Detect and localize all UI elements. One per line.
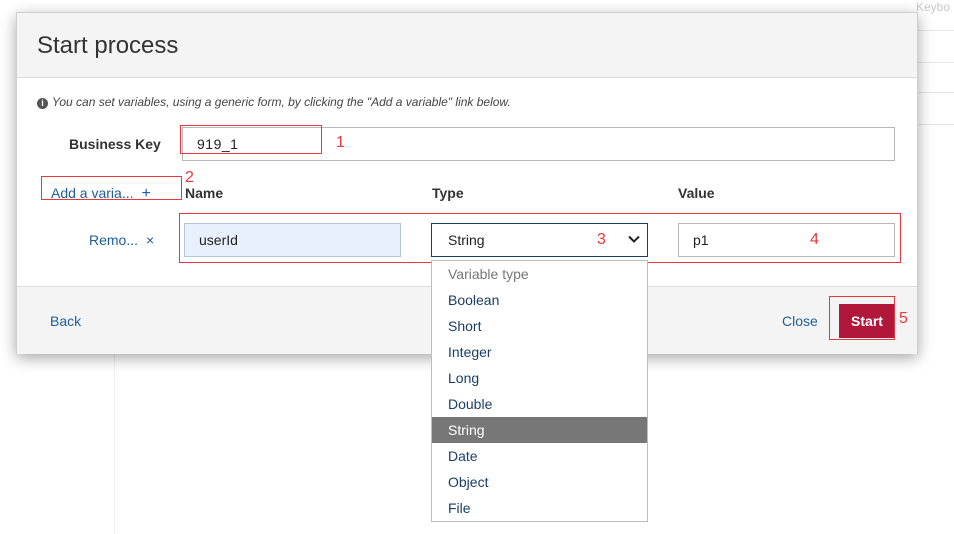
type-option-object[interactable]: Object xyxy=(432,469,647,495)
type-option-long[interactable]: Long xyxy=(432,365,647,391)
close-button[interactable]: Close xyxy=(782,313,818,329)
background-divider xyxy=(916,30,954,31)
annotation-box-1 xyxy=(180,125,322,154)
annotation-box-row xyxy=(179,213,901,263)
dialog-header: Start process xyxy=(17,13,917,78)
type-option-short[interactable]: Short xyxy=(432,313,647,339)
background-divider xyxy=(916,124,954,125)
background-divider xyxy=(916,92,954,93)
info-icon: i xyxy=(37,98,48,109)
annotation-number-5: 5 xyxy=(899,310,908,327)
type-option-boolean[interactable]: Boolean xyxy=(432,287,647,313)
remove-variable-link[interactable]: Remo... × xyxy=(89,232,154,248)
type-option-string[interactable]: String xyxy=(432,417,647,443)
column-header-type: Type xyxy=(432,185,464,201)
column-header-value: Value xyxy=(678,185,715,201)
background-divider xyxy=(916,62,954,63)
info-message: i You can set variables, using a generic … xyxy=(37,95,511,109)
annotation-number-3: 3 xyxy=(597,231,606,248)
back-button[interactable]: Back xyxy=(50,313,81,329)
column-header-name: Name xyxy=(185,185,224,201)
business-key-label: Business Key xyxy=(69,136,161,152)
keyboard-shortcuts-link[interactable]: Keybo xyxy=(916,0,950,14)
background-divider xyxy=(114,352,115,534)
annotation-number-1: 1 xyxy=(336,134,345,151)
remove-variable-label: Remo... xyxy=(89,232,139,248)
annotation-box-2 xyxy=(41,176,182,200)
close-icon: × xyxy=(146,232,155,248)
type-option-integer[interactable]: Integer xyxy=(432,339,647,365)
type-option-date[interactable]: Date xyxy=(432,443,647,469)
dialog-title: Start process xyxy=(37,32,179,59)
annotation-number-2: 2 xyxy=(185,169,194,186)
info-text: You can set variables, using a generic f… xyxy=(52,95,511,109)
dropdown-header: Variable type xyxy=(448,266,529,282)
annotation-number-4: 4 xyxy=(810,231,819,248)
type-option-double[interactable]: Double xyxy=(432,391,647,417)
variable-type-dropdown: Variable type Boolean Short Integer Long… xyxy=(431,260,648,522)
annotation-box-5 xyxy=(829,296,895,340)
type-option-file[interactable]: File xyxy=(432,495,647,521)
